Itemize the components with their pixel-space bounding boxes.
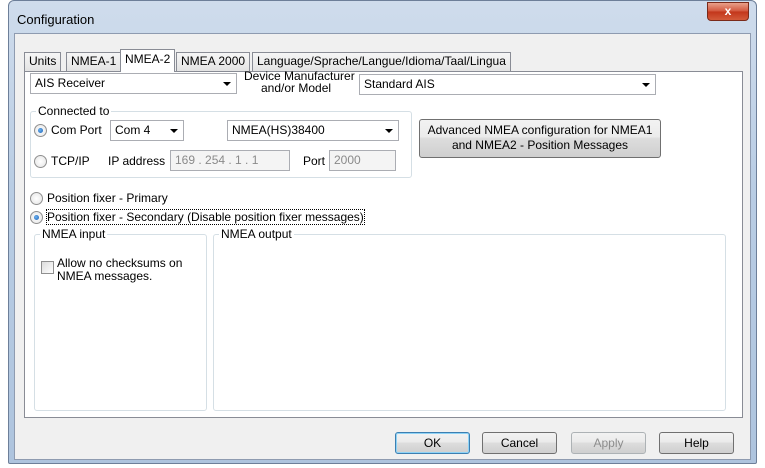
chevron-down-icon [223, 82, 231, 86]
manufacturer-value: Standard AIS [364, 77, 435, 91]
help-button[interactable]: Help [659, 432, 734, 454]
allow-no-checksums-label: Allow no checksums on NMEA messages. [57, 257, 182, 283]
nmea-output-group: NMEA output [213, 227, 726, 411]
radio-unchecked-icon [34, 154, 47, 168]
dialog-client-area: Units NMEA-1 NMEA-2 NMEA 2000 Language/S… [14, 33, 751, 460]
port-label: Port [303, 154, 326, 168]
com-port-label: Com Port [51, 123, 102, 137]
radio-checked-icon [30, 210, 43, 224]
checkbox-label-line2: NMEA messages. [57, 269, 153, 283]
window-title: Configuration [17, 12, 95, 27]
nmea-output-title: NMEA output [219, 227, 294, 241]
tab-nmea-1[interactable]: NMEA-1 [66, 52, 122, 71]
ip-address-field[interactable]: 169 . 254 . 1 . 1 [170, 150, 290, 171]
apply-button[interactable]: Apply [571, 432, 646, 454]
advanced-nmea-config-button[interactable]: Advanced NMEA configuration for NMEA1 an… [419, 119, 661, 158]
tab-nmea-2000[interactable]: NMEA 2000 [176, 52, 251, 71]
com-port-value: Com 4 [115, 123, 151, 137]
ok-button[interactable]: OK [395, 432, 470, 454]
position-fixer-primary-radio[interactable]: Position fixer - Primary [30, 191, 168, 205]
chevron-down-icon [170, 129, 178, 133]
protocol-value: NMEA(HS)38400 [232, 123, 325, 137]
manufacturer-dropdown[interactable]: Standard AIS [359, 74, 656, 95]
device-type-dropdown[interactable]: AIS Receiver [30, 73, 237, 94]
com-port-radio[interactable]: Com Port [34, 123, 102, 137]
connected-to-title: Connected to [36, 104, 112, 118]
nmea-2-panel: AIS Receiver Device Manufacturer and/or … [24, 70, 743, 418]
tcpip-radio[interactable]: TCP/IP [34, 154, 90, 168]
tcpip-label: TCP/IP [51, 154, 90, 168]
advanced-button-line2: and NMEA2 - Position Messages [451, 138, 629, 152]
position-fixer-secondary-radio[interactable]: Position fixer - Secondary (Disable posi… [30, 209, 365, 225]
position-fixer-primary-label: Position fixer - Primary [47, 191, 168, 205]
close-icon: x [724, 4, 732, 18]
port-field[interactable]: 2000 [329, 150, 396, 171]
tab-units[interactable]: Units [24, 52, 62, 71]
allow-no-checksums-checkbox[interactable] [41, 261, 54, 274]
com-port-dropdown[interactable]: Com 4 [110, 120, 184, 141]
radio-checked-icon [34, 123, 47, 137]
connected-to-group: Connected to Com Port Com 4 NMEA(HS)3840… [30, 104, 412, 178]
cancel-button[interactable]: Cancel [482, 432, 557, 454]
ip-address-label: IP address [108, 154, 166, 168]
nmea-input-group: NMEA input Allow no checksums on NMEA me… [34, 227, 207, 411]
chevron-down-icon [385, 129, 393, 133]
position-fixer-secondary-label: Position fixer - Secondary (Disable posi… [46, 209, 365, 225]
radio-unchecked-icon [30, 191, 43, 205]
device-type-value: AIS Receiver [35, 76, 106, 90]
title-bar[interactable]: Configuration x [9, 1, 756, 33]
chevron-down-icon [642, 83, 650, 87]
tab-nmea-2[interactable]: NMEA-2 [120, 49, 176, 72]
advanced-button-line1: Advanced NMEA configuration for NMEA1 [427, 123, 653, 137]
configuration-window: Configuration x Units NMEA-1 NMEA-2 NMEA… [8, 0, 757, 464]
device-manufacturer-label: Device Manufacturer and/or Model [244, 70, 355, 94]
close-button[interactable]: x [707, 2, 749, 21]
nmea-input-title: NMEA input [40, 227, 108, 241]
protocol-dropdown[interactable]: NMEA(HS)38400 [227, 120, 399, 141]
manufacturer-label-line2: and/or Model [261, 81, 332, 95]
